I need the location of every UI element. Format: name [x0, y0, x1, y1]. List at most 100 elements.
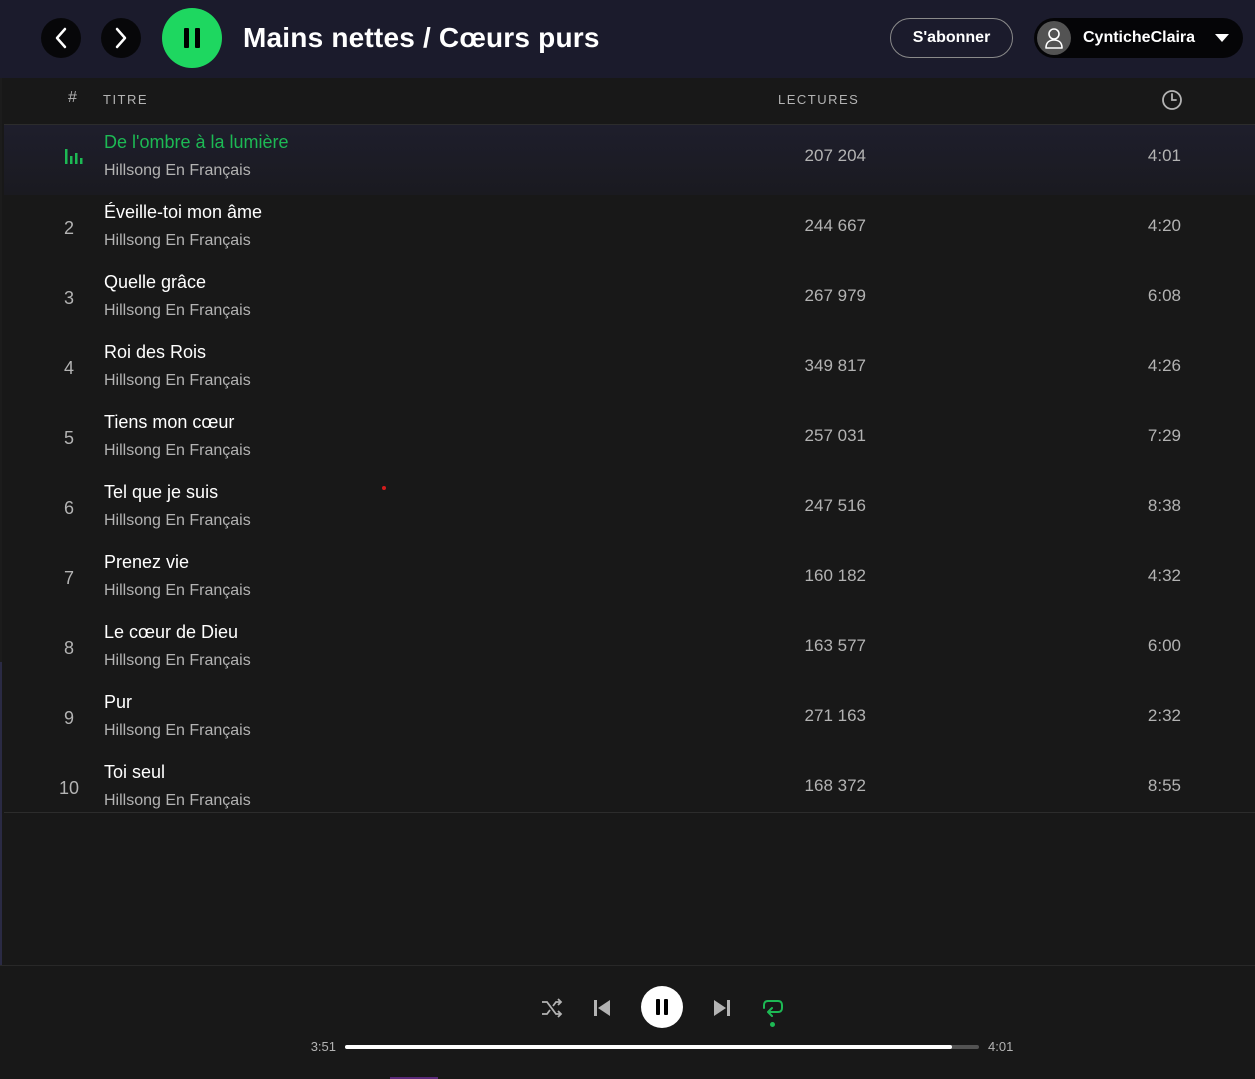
back-button[interactable]	[41, 18, 81, 58]
track-artist[interactable]: Hillsong En Français	[104, 792, 251, 810]
track-artist[interactable]: Hillsong En Français	[104, 162, 251, 180]
track-row[interactable]: 5 Tiens mon cœur Hillsong En Français 25…	[4, 405, 1255, 475]
shuffle-button[interactable]	[538, 994, 566, 1022]
track-artist[interactable]: Hillsong En Français	[104, 582, 251, 600]
pause-icon	[184, 28, 200, 48]
track-number: 4	[63, 358, 74, 378]
track-artist[interactable]: Hillsong En Français	[104, 652, 251, 670]
progress-fill	[345, 1045, 953, 1049]
track-artist[interactable]: Hillsong En Français	[104, 302, 251, 320]
track-row[interactable]: 2 Éveille-toi mon âme Hillsong En França…	[4, 195, 1255, 265]
track-number: 5	[63, 428, 74, 448]
track-row[interactable]: 6 Tel que je suis Hillsong En Français 2…	[4, 475, 1255, 545]
track-plays: 160 182	[804, 566, 866, 585]
playlist-pause-button[interactable]	[162, 8, 222, 68]
progress-bar[interactable]	[345, 1045, 979, 1049]
equalizer-icon	[65, 149, 83, 164]
track-duration: 4:20	[1147, 216, 1181, 235]
tracklist-header: # TITRE LECTURES	[4, 78, 1255, 125]
track-number: 7	[63, 568, 74, 588]
track-duration: 2:32	[1147, 706, 1181, 725]
column-header-duration[interactable]	[1161, 89, 1183, 114]
chevron-right-icon	[115, 27, 127, 49]
track-plays: 257 031	[804, 426, 866, 445]
track-row[interactable]: 4 Roi des Rois Hillsong En Français 349 …	[4, 335, 1255, 405]
track-title[interactable]: Roi des Rois	[104, 342, 206, 363]
track-title[interactable]: De l'ombre à la lumière	[104, 132, 289, 153]
track-plays: 271 163	[804, 706, 866, 725]
cursor-dot	[382, 486, 386, 490]
elapsed-time: 3:51	[310, 1039, 336, 1054]
track-title[interactable]: Pur	[104, 692, 132, 713]
user-menu-button[interactable]: CynticheClaira	[1034, 18, 1243, 58]
shuffle-icon	[542, 998, 563, 1018]
track-duration: 4:32	[1147, 566, 1181, 585]
track-duration: 8:55	[1147, 776, 1181, 795]
user-name: CynticheClaira	[1083, 29, 1196, 46]
track-plays: 244 667	[804, 216, 866, 235]
track-title[interactable]: Toi seul	[104, 762, 165, 783]
track-number: 8	[63, 638, 74, 658]
track-number: 2	[63, 218, 74, 238]
track-row[interactable]: 9 Pur Hillsong En Français 271 163 2:32	[4, 685, 1255, 755]
forward-button[interactable]	[101, 18, 141, 58]
track-duration: 4:26	[1147, 356, 1181, 375]
track-artist[interactable]: Hillsong En Français	[104, 512, 251, 530]
pause-button[interactable]	[641, 986, 683, 1028]
chevron-left-icon	[55, 27, 67, 49]
track-row[interactable]: 3 Quelle grâce Hillsong En Français 267 …	[4, 265, 1255, 335]
repeat-button[interactable]	[758, 992, 788, 1022]
column-header-title[interactable]: TITRE	[103, 92, 148, 107]
previous-button[interactable]	[588, 994, 616, 1022]
track-plays: 267 979	[804, 286, 866, 305]
track-plays: 163 577	[804, 636, 866, 655]
player-bar: 3:51 4:01	[0, 965, 1255, 1079]
track-plays: 168 372	[804, 776, 866, 795]
total-time: 4:01	[988, 1039, 1014, 1054]
skip-next-icon	[714, 1000, 730, 1016]
track-number: 3	[63, 288, 74, 308]
clock-icon	[1162, 90, 1182, 110]
app-window: Mains nettes / Cœurs purs S'abonner Cynt…	[0, 0, 1255, 1079]
track-row[interactable]: 8 Le cœur de Dieu Hillsong En Français 1…	[4, 615, 1255, 685]
track-title[interactable]: Tiens mon cœur	[104, 412, 234, 433]
subscribe-button[interactable]: S'abonner	[890, 18, 1013, 58]
track-number: 6	[63, 498, 74, 518]
left-edge-accent	[0, 662, 2, 965]
track-plays: 207 204	[804, 146, 866, 165]
track-duration: 7:29	[1147, 426, 1181, 445]
column-header-number: #	[68, 89, 77, 106]
track-row[interactable]: 10 Toi seul Hillsong En Français 168 372…	[4, 755, 1255, 825]
track-title[interactable]: Éveille-toi mon âme	[104, 202, 262, 223]
track-number: 9	[63, 708, 74, 728]
track-plays: 349 817	[804, 356, 866, 375]
repeat-active-indicator	[770, 1022, 775, 1027]
repeat-icon	[763, 1000, 783, 1017]
skip-previous-icon	[594, 1000, 610, 1016]
track-duration: 8:38	[1147, 496, 1181, 515]
user-icon	[1045, 28, 1063, 49]
track-duration: 6:00	[1147, 636, 1181, 655]
track-duration: 6:08	[1147, 286, 1181, 305]
track-title[interactable]: Prenez vie	[104, 552, 189, 573]
caret-down-icon	[1215, 34, 1229, 42]
track-title[interactable]: Quelle grâce	[104, 272, 206, 293]
track-number: 10	[58, 778, 80, 798]
track-row[interactable]: 7 Prenez vie Hillsong En Français 160 18…	[4, 545, 1255, 615]
track-artist[interactable]: Hillsong En Français	[104, 722, 251, 740]
page-title: Mains nettes / Cœurs purs	[243, 22, 600, 53]
pause-icon	[656, 999, 668, 1015]
tracklist: De l'ombre à la lumière Hillsong En Fran…	[4, 125, 1255, 813]
avatar	[1037, 21, 1071, 55]
track-artist[interactable]: Hillsong En Français	[104, 232, 251, 250]
next-button[interactable]	[708, 994, 736, 1022]
track-artist[interactable]: Hillsong En Français	[104, 372, 251, 390]
track-artist[interactable]: Hillsong En Français	[104, 442, 251, 460]
track-row[interactable]: De l'ombre à la lumière Hillsong En Fran…	[4, 125, 1255, 195]
track-title[interactable]: Tel que je suis	[104, 482, 218, 503]
track-duration: 4:01	[1147, 146, 1181, 165]
top-bar: Mains nettes / Cœurs purs S'abonner Cynt…	[0, 0, 1255, 78]
track-title[interactable]: Le cœur de Dieu	[104, 622, 238, 643]
track-plays: 247 516	[804, 496, 866, 515]
column-header-plays[interactable]: LECTURES	[778, 92, 859, 107]
